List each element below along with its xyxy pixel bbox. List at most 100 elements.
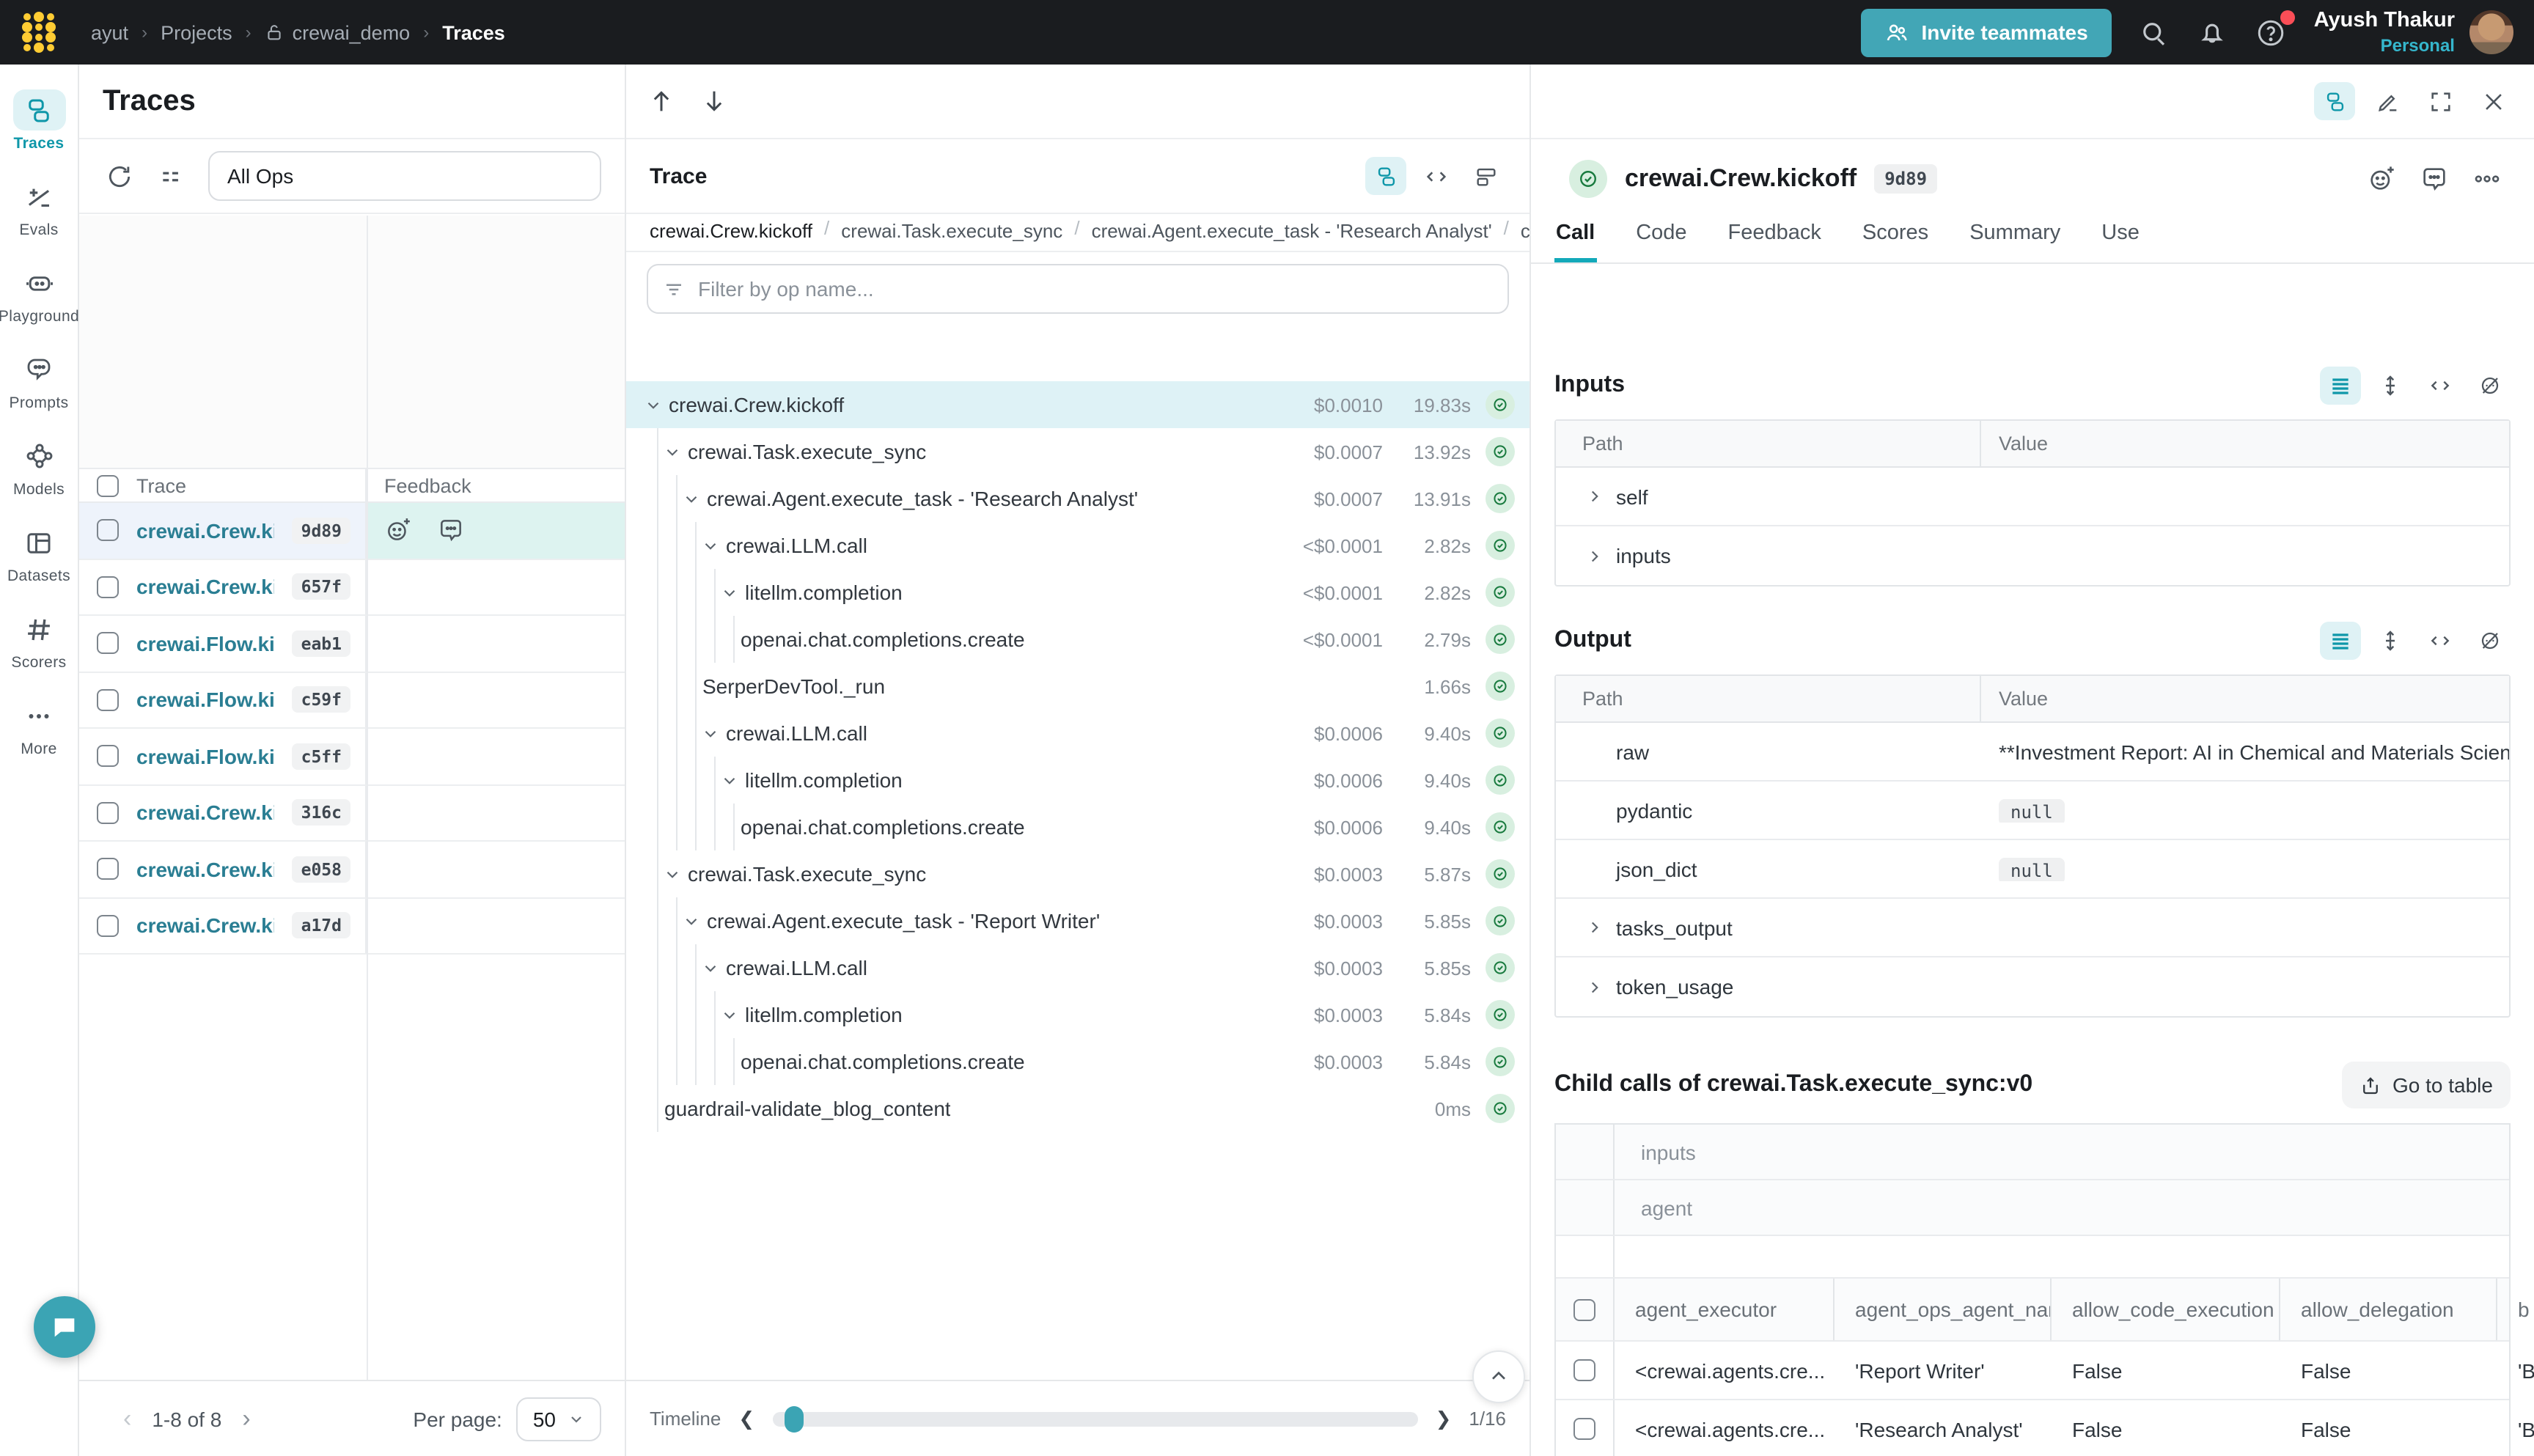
list-view-icon[interactable] <box>2320 367 2361 405</box>
chevron-down-icon[interactable] <box>717 581 741 604</box>
trace-link[interactable]: crewai.Crew.kickoff <box>136 914 275 938</box>
prev-page-icon[interactable]: ‹ <box>103 1404 152 1433</box>
row-checkbox[interactable] <box>97 802 119 824</box>
tree-row[interactable]: crewai.Task.execute_sync$0.000713.92s <box>626 428 1529 475</box>
sort-filter-icon[interactable] <box>155 160 188 192</box>
hide-values-icon[interactable] <box>2469 622 2511 660</box>
chat-widget-button[interactable] <box>34 1296 95 1358</box>
avatar[interactable] <box>2469 10 2513 54</box>
chevron-right-icon[interactable] <box>1582 544 1606 567</box>
code-view-icon[interactable] <box>1415 157 1456 195</box>
scroll-top-button[interactable] <box>1472 1350 1525 1403</box>
tree-row[interactable]: crewai.Crew.kickoff$0.001019.83s <box>626 381 1529 428</box>
call-tab-3[interactable]: crewai.LLM.call <box>1521 217 1529 251</box>
code-view-icon[interactable] <box>2420 367 2461 405</box>
arrow-up-icon[interactable] <box>647 87 676 116</box>
tab-code[interactable]: Code <box>1634 213 1688 262</box>
row-checkbox[interactable] <box>1573 1418 1595 1440</box>
add-reaction-icon[interactable] <box>384 516 414 545</box>
tree-row[interactable]: litellm.completion$0.00069.40s <box>626 757 1529 804</box>
op-filter-input[interactable]: Filter by op name... <box>647 264 1509 314</box>
bell-icon[interactable] <box>2197 16 2229 48</box>
kv-row-pydantic[interactable]: pydanticnull <box>1556 782 2509 840</box>
tree-view-icon[interactable] <box>1365 157 1406 195</box>
select-all-checkbox[interactable] <box>97 474 119 496</box>
expand-values-icon[interactable] <box>2370 367 2411 405</box>
comment-icon[interactable] <box>2420 164 2449 194</box>
timeline-prev-icon[interactable]: ❮ <box>738 1407 754 1430</box>
tree-row[interactable]: openai.chat.completions.create<$0.00012.… <box>626 616 1529 663</box>
row-checkbox[interactable] <box>97 858 119 880</box>
edit-icon[interactable] <box>2367 82 2408 120</box>
chevron-down-icon[interactable] <box>660 440 683 463</box>
trace-table-row[interactable]: crewai.Crew.kickoff316c <box>79 785 625 842</box>
search-icon[interactable] <box>2138 16 2170 48</box>
row-checkbox[interactable] <box>1573 1359 1595 1381</box>
trace-table-row[interactable]: crewai.Flow.kickoffc5ff <box>79 729 625 785</box>
trace-link[interactable]: crewai.Flow.kickoff <box>136 688 275 712</box>
kv-row-token_usage[interactable]: token_usage <box>1556 957 2509 1016</box>
sidebar-item-evals[interactable]: Evals <box>0 166 78 252</box>
per-page-select[interactable]: 50 <box>517 1397 601 1441</box>
kv-row-raw[interactable]: raw**Investment Report: AI in Chemical a… <box>1556 723 2509 782</box>
tree-row[interactable]: openai.chat.completions.create$0.00069.4… <box>626 804 1529 850</box>
refresh-icon[interactable] <box>103 160 135 192</box>
kv-row-json_dict[interactable]: json_dictnull <box>1556 840 2509 899</box>
sidebar-item-scorers[interactable]: Scorers <box>0 598 78 685</box>
trace-table-row[interactable]: crewai.Crew.kickoffe058 <box>79 842 625 898</box>
trace-table-row[interactable]: crewai.Flow.kickoffc59f <box>79 672 625 729</box>
tree-row[interactable]: openai.chat.completions.create$0.00035.8… <box>626 1038 1529 1085</box>
tree-row[interactable]: crewai.LLM.call$0.00069.40s <box>626 710 1529 757</box>
fullscreen-icon[interactable] <box>2420 82 2461 120</box>
chevron-right-icon[interactable] <box>1582 916 1606 939</box>
tree-row[interactable]: guardrail-validate_blog_content0ms <box>626 1085 1529 1132</box>
chevron-right-icon[interactable] <box>1582 975 1606 999</box>
select-all-checkbox[interactable] <box>1573 1298 1595 1320</box>
chevron-down-icon[interactable] <box>698 721 721 745</box>
trace-link[interactable]: crewai.Crew.kickoff <box>136 519 275 543</box>
trace-table-row[interactable]: crewai.Flow.kickoffeab1 <box>79 616 625 672</box>
row-checkbox[interactable] <box>97 576 119 598</box>
help-icon[interactable] <box>2255 16 2288 48</box>
call-tab-1[interactable]: crewai.Task.execute_sync <box>841 217 1062 251</box>
tree-row[interactable]: crewai.Agent.execute_task - 'Report Writ… <box>626 897 1529 944</box>
more-menu-icon[interactable] <box>2472 164 2502 194</box>
tab-summary[interactable]: Summary <box>1968 213 2062 262</box>
trace-link[interactable]: crewai.Flow.kickoff <box>136 745 275 768</box>
trace-link[interactable]: crewai.Crew.kickoff <box>136 801 275 825</box>
list-view-icon[interactable] <box>2320 622 2361 660</box>
code-view-icon[interactable] <box>2420 622 2461 660</box>
flame-graph-icon[interactable] <box>1465 157 1506 195</box>
breadcrumb-item-crewai_demo[interactable]: crewai_demo <box>265 21 411 43</box>
trace-table-row[interactable]: crewai.Crew.kickoff657f <box>79 559 625 616</box>
ops-filter-select[interactable]: All Ops <box>208 151 601 201</box>
go-to-table-button[interactable]: Go to table <box>2341 1062 2511 1108</box>
chevron-down-icon[interactable] <box>717 1003 741 1026</box>
next-page-icon[interactable]: › <box>221 1404 271 1433</box>
kv-row-tasks_output[interactable]: tasks_output <box>1556 899 2509 957</box>
tree-row[interactable]: crewai.Agent.execute_task - 'Research An… <box>626 475 1529 522</box>
breadcrumb-item-traces[interactable]: Traces <box>442 21 505 43</box>
kv-row-self[interactable]: self <box>1556 468 2509 526</box>
row-checkbox[interactable] <box>97 915 119 937</box>
chevron-down-icon[interactable] <box>660 862 683 886</box>
hide-values-icon[interactable] <box>2469 367 2511 405</box>
trace-link[interactable]: crewai.Crew.kickoff <box>136 576 275 599</box>
kv-row-inputs[interactable]: inputs <box>1556 526 2509 585</box>
tab-feedback[interactable]: Feedback <box>1727 213 1823 262</box>
tree-row[interactable]: SerperDevTool._run1.66s <box>626 663 1529 710</box>
chevron-down-icon[interactable] <box>679 487 702 510</box>
chevron-down-icon[interactable] <box>717 768 741 792</box>
row-checkbox[interactable] <box>97 520 119 542</box>
comment-icon[interactable] <box>437 516 466 545</box>
tab-use[interactable]: Use <box>2100 213 2141 262</box>
call-tab-2[interactable]: crewai.Agent.execute_task - 'Research An… <box>1092 217 1492 251</box>
timeline-slider-knob[interactable] <box>784 1405 803 1432</box>
sidebar-item-datasets[interactable]: Datasets <box>0 512 78 598</box>
sidebar-item-models[interactable]: Models <box>0 425 78 512</box>
sidebar-item-prompts[interactable]: Prompts <box>0 339 78 425</box>
tree-row[interactable]: crewai.LLM.call$0.00035.85s <box>626 944 1529 991</box>
chevron-right-icon[interactable] <box>1582 485 1606 508</box>
timeline-slider[interactable] <box>772 1411 1417 1426</box>
chevron-down-icon[interactable] <box>698 956 721 979</box>
